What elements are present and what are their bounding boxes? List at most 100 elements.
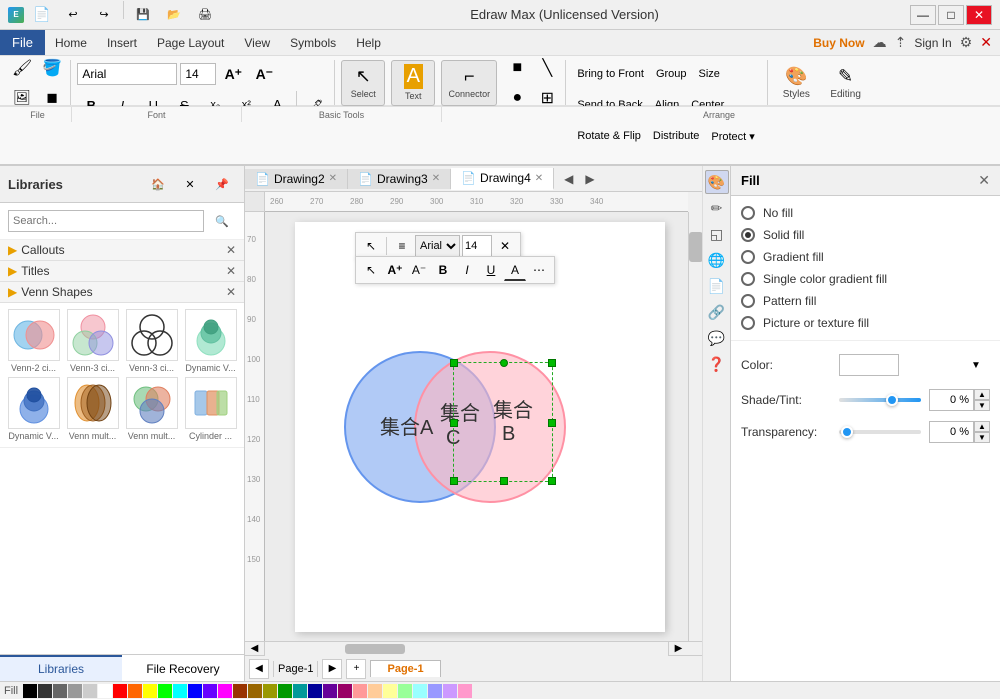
- ft2-cursor-btn[interactable]: ↖: [360, 259, 382, 281]
- color-cell[interactable]: [53, 684, 67, 698]
- color-cell[interactable]: [23, 684, 37, 698]
- maximize-btn[interactable]: □: [938, 5, 964, 25]
- color-cell[interactable]: [443, 684, 457, 698]
- tab-prev-arrow[interactable]: ◀: [558, 172, 579, 186]
- h-scroll-left[interactable]: ◀: [245, 642, 265, 656]
- shape-venn3a[interactable]: Venn-3 ci...: [65, 309, 120, 373]
- handle-bot-center[interactable]: [500, 477, 508, 485]
- color-cell[interactable]: [368, 684, 382, 698]
- editing-btn[interactable]: ✎ Editing: [822, 64, 869, 102]
- h-scroll-right[interactable]: ▶: [668, 642, 688, 656]
- transparency-value[interactable]: 0 %: [929, 421, 974, 443]
- ft2-text-color[interactable]: A: [504, 259, 526, 281]
- tab-drawing3[interactable]: 📄 Drawing3 ✕: [348, 169, 451, 189]
- handle-top-center[interactable]: [500, 359, 508, 367]
- ft2-underline-btn[interactable]: U: [480, 259, 502, 281]
- venn-close-btn[interactable]: ✕: [226, 285, 236, 299]
- cloud-icon[interactable]: ☁: [873, 34, 887, 51]
- color-cell[interactable]: [38, 684, 52, 698]
- fill-option-solid[interactable]: Solid fill: [741, 228, 990, 242]
- handle-mid-left[interactable]: [450, 419, 458, 427]
- rect-btn[interactable]: ■: [503, 54, 531, 82]
- color-cell[interactable]: [413, 684, 427, 698]
- tab-file-recovery[interactable]: File Recovery: [122, 655, 244, 681]
- brush-btn[interactable]: 🖌: [8, 54, 36, 82]
- tab-drawing3-close[interactable]: ✕: [432, 173, 440, 184]
- close-btn[interactable]: ✕: [966, 5, 992, 25]
- menu-symbols[interactable]: Symbols: [280, 32, 346, 54]
- open-btn[interactable]: 📂: [160, 1, 188, 29]
- color-cell[interactable]: [263, 684, 277, 698]
- font-size-input[interactable]: 14: [180, 63, 216, 85]
- undo-btn[interactable]: ↩: [59, 1, 87, 29]
- shape-venn2[interactable]: Venn-2 ci...: [6, 309, 61, 373]
- color-cell[interactable]: [218, 684, 232, 698]
- color-cell[interactable]: [128, 684, 142, 698]
- shape-dynamic2[interactable]: Dynamic V...: [6, 377, 61, 441]
- color-cell[interactable]: [278, 684, 292, 698]
- ri-fill-btn[interactable]: 🎨: [705, 170, 729, 194]
- ft2-font-decrease[interactable]: A⁻: [408, 259, 430, 281]
- sidebar-category-callouts[interactable]: ▶ Callouts ✕: [0, 240, 244, 261]
- ft-close-btn[interactable]: ✕: [494, 235, 516, 257]
- fill-option-single-gradient[interactable]: Single color gradient fill: [741, 272, 990, 286]
- redo-btn[interactable]: ↪: [90, 1, 118, 29]
- page-canvas[interactable]: ↖ ≡ Arial ✕ ↖ A⁺: [295, 222, 665, 632]
- sidebar-category-venn[interactable]: ▶ Venn Shapes ✕: [0, 282, 244, 303]
- v-scroll-thumb[interactable]: [689, 232, 702, 262]
- drawing-area[interactable]: ↖ ≡ Arial ✕ ↖ A⁺: [265, 212, 688, 641]
- connector-tool-btn[interactable]: ⌐ Connector: [441, 60, 497, 106]
- menu-page-layout[interactable]: Page Layout: [147, 32, 234, 54]
- bring-front-btn[interactable]: Bring to Front: [572, 60, 649, 88]
- page-add-btn[interactable]: +: [346, 659, 366, 679]
- vertical-scrollbar[interactable]: [688, 212, 702, 641]
- protect-btn[interactable]: Protect ▾: [706, 122, 759, 150]
- color-dropdown-btn[interactable]: ▼: [962, 351, 990, 379]
- shape-venn-mult[interactable]: Venn mult...: [65, 377, 120, 441]
- transparency-up-btn[interactable]: ▲: [974, 421, 990, 432]
- color-cell[interactable]: [308, 684, 322, 698]
- ft2-paint-btn[interactable]: ⋯: [528, 259, 550, 281]
- ri-doc-btn[interactable]: 📄: [705, 274, 729, 298]
- styles-btn[interactable]: 🎨 Styles: [774, 64, 818, 102]
- shape-venn-mult2[interactable]: Venn mult...: [124, 377, 179, 441]
- shade-up-btn[interactable]: ▲: [974, 389, 990, 400]
- minimize-btn[interactable]: —: [910, 5, 936, 25]
- close-app-icon[interactable]: ✕: [980, 34, 992, 51]
- transparency-down-btn[interactable]: ▼: [974, 432, 990, 443]
- size-btn[interactable]: Size: [694, 60, 725, 88]
- color-cell[interactable]: [458, 684, 472, 698]
- save-btn[interactable]: 💾: [129, 1, 157, 29]
- sidebar-category-titles[interactable]: ▶ Titles ✕: [0, 261, 244, 282]
- titles-close-btn[interactable]: ✕: [226, 264, 236, 278]
- select-tool-btn[interactable]: ↖ Select: [341, 60, 385, 106]
- handle-mid-right[interactable]: [548, 419, 556, 427]
- color-cell[interactable]: [113, 684, 127, 698]
- fill-option-pattern[interactable]: Pattern fill: [741, 294, 990, 308]
- shape-dynamic1[interactable]: Dynamic V...: [183, 309, 238, 373]
- color-cell[interactable]: [293, 684, 307, 698]
- color-cell[interactable]: [248, 684, 262, 698]
- fill-option-none[interactable]: No fill: [741, 206, 990, 220]
- handle-bot-right[interactable]: [548, 477, 556, 485]
- page-tab-1[interactable]: Page-1: [370, 660, 440, 677]
- text-tool-btn[interactable]: A Text: [391, 60, 435, 106]
- font-name-dropdown[interactable]: Arial: [77, 63, 177, 85]
- distribute-btn[interactable]: Distribute: [648, 122, 704, 150]
- page-prev-btn[interactable]: ◀: [249, 659, 269, 679]
- color-cell[interactable]: [428, 684, 442, 698]
- buy-now-btn[interactable]: Buy Now: [813, 36, 864, 50]
- shape-cylinder[interactable]: Cylinder ...: [183, 377, 238, 441]
- font-increase-btn[interactable]: A⁺: [219, 60, 247, 88]
- ft2-italic-btn[interactable]: I: [456, 259, 478, 281]
- print-btn[interactable]: 🖨: [191, 1, 219, 29]
- menu-file[interactable]: File: [0, 30, 45, 55]
- ri-link-btn[interactable]: 🔗: [705, 300, 729, 324]
- ri-help-btn[interactable]: ❓: [705, 352, 729, 376]
- fill-panel-close-btn[interactable]: ✕: [978, 172, 990, 189]
- font-decrease-btn[interactable]: A⁻: [250, 60, 278, 88]
- sidebar-home-btn[interactable]: 🏠: [144, 170, 172, 198]
- tab-drawing4-close[interactable]: ✕: [535, 173, 543, 184]
- tab-drawing2[interactable]: 📄 Drawing2 ✕: [245, 169, 348, 189]
- ft2-bold-btn[interactable]: B: [432, 259, 454, 281]
